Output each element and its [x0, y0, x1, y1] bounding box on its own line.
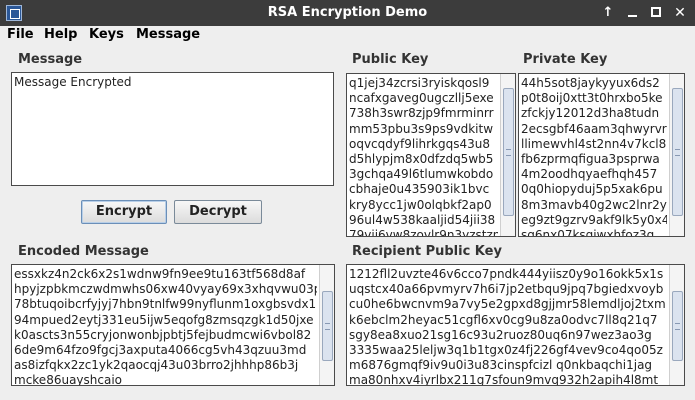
text-line: oqvcqdyf9lihrkgqs43u8: [349, 136, 491, 151]
text-line: zfckjy12012d3ha8tudn: [521, 106, 660, 121]
text-line: kry8ycc1jw0olqbkf2ap0: [349, 197, 492, 212]
text-line: 6de9m64fzo9fgcj3axputa4066cg5vh43qzuu3md: [14, 343, 307, 358]
text-line: 3335waa25leljw3q1b1tgx0z4fj226gf4vev9co4…: [349, 343, 663, 358]
recipient-public-key-textarea[interactable]: 1212fll2uvzte46v6cco7pndk444yiisz0y9o16o…: [346, 264, 685, 386]
recipient-public-key-scrollbar[interactable]: [669, 265, 684, 385]
text-line: k0ascts3n55cryjonwonbjpbtj5fejbudmcwi6vb…: [14, 327, 312, 342]
private-key-label: Private Key: [523, 52, 608, 67]
text-line: uqstcx40a66pvmyrv7h6i7jp2etbqu9jpq7bgied…: [349, 282, 664, 297]
public-key-scrollbar[interactable]: [500, 74, 515, 236]
title-bar: RSA Encryption Demo ↑ ✕: [0, 0, 695, 26]
text-line: sgy8ea8xuo21sg16c93u2ruoz80uq6n97wez3ao3…: [349, 327, 652, 342]
menu-file[interactable]: File: [7, 27, 34, 42]
message-textarea[interactable]: Message Encrypted: [11, 72, 334, 186]
text-line: 4m2oodhqyaefhqh457: [521, 167, 658, 182]
private-key-textarea[interactable]: 44h5sot8jaykyyux6ds2 p0t8oij0xtt3t0hrxbo5…: [518, 73, 685, 237]
text-line: 1212fll2uvzte46v6cco7pndk444yiisz0y9o16o…: [349, 267, 664, 281]
text-line: hpyjzpbkmczwdmwhs06xw40vyay69x3xhqvwu03p: [14, 282, 317, 297]
scroll-thumb[interactable]: [672, 291, 683, 361]
text-line: mm53pbu3s9ps9vdkitw: [349, 121, 494, 136]
text-line: sq6nx07ksgiwxhfoz3g: [521, 228, 655, 237]
encoded-message-label: Encoded Message: [18, 244, 149, 259]
text-line: q1jej34zcrsi3ryiskqosl9: [349, 76, 490, 90]
text-line: 3gchqa49l6tlumwkobdo: [349, 167, 494, 182]
text-line: essxkz4n2ck6x2s1wdnw9fn9ee9tu163tf568d8a…: [14, 267, 306, 281]
public-key-label: Public Key: [352, 52, 429, 67]
private-key-scrollbar[interactable]: [669, 74, 684, 236]
recipient-public-key-text: 1212fll2uvzte46v6cco7pndk444yiisz0y9o16o…: [349, 267, 667, 386]
decrypt-button[interactable]: Decrypt: [174, 200, 262, 224]
scroll-thumb[interactable]: [672, 88, 683, 216]
encoded-message-scrollbar[interactable]: [319, 265, 334, 385]
encoded-message-text: essxkz4n2ck6x2s1wdnw9fn9ee9tu163tf568d8a…: [14, 267, 317, 386]
scroll-thumb[interactable]: [503, 88, 514, 216]
text-line: eg9zt9gzrv9akf9lk5y0x4: [521, 212, 667, 227]
text-line: ma80nhxv4iyrlbx211g7sfoun9mvq932h2apih4l…: [349, 373, 659, 386]
text-line: fb6zprmqfigua3psprwa: [521, 152, 660, 167]
text-line: cu0he6bwcnvm9a7vy5e2gpxd8gjjmr58lemdljoj…: [349, 297, 666, 312]
text-line: 2ecsgbf46aam3qhwyrvr: [521, 121, 667, 136]
text-line: 8m3mavb40g2wc2lnr2y: [521, 197, 667, 212]
menu-help[interactable]: Help: [44, 27, 77, 42]
text-line: ncafxgaveg0ugczllj5exe: [349, 91, 494, 106]
encoded-message-textarea[interactable]: essxkz4n2ck6x2s1wdnw9fn9ee9tu163tf568d8a…: [11, 264, 335, 386]
text-line: as8izfqkx2zc1yk2qaocqj43u03brro2jhhhp86b…: [14, 358, 299, 373]
text-line: 96ul4w538kaaljid54jii38: [349, 212, 496, 227]
close-icon[interactable]: ✕: [670, 3, 690, 23]
recipient-public-key-label: Recipient Public Key: [352, 244, 502, 259]
text-line: k6ebclm2heyac51cgfl6xv0cg9u8za0odvc7ll8q…: [349, 312, 658, 327]
text-line: 78btuqoibcrfyjyj7hbn9tnlfw99nyflunm1oxgb…: [14, 297, 317, 312]
menu-message[interactable]: Message: [136, 27, 200, 42]
text-line: m6876gmqf9iv9u0i3u83cinspfcizl q0nkbaqch…: [349, 358, 653, 373]
text-line: cbhaje0u435903ik1bvc: [349, 182, 490, 197]
public-key-text: q1jej34zcrsi3ryiskqosl9 ncafxgaveg0ugczll…: [349, 76, 498, 237]
window-title: RSA Encryption Demo: [267, 5, 428, 20]
encrypt-button[interactable]: Encrypt: [81, 200, 167, 224]
text-line: d5hlypjm8x0dfzdq5wb5: [349, 152, 494, 167]
public-key-textarea[interactable]: q1jej34zcrsi3ryiskqosl9 ncafxgaveg0ugczll…: [346, 73, 516, 237]
minimize-icon[interactable]: [622, 3, 642, 23]
text-line: 79vjj6vw8zovlr9n3yzstzn: [349, 228, 498, 237]
message-text: Message Encrypted: [14, 75, 132, 89]
text-line: 44h5sot8jaykyyux6ds2: [521, 76, 660, 90]
scroll-thumb[interactable]: [322, 291, 333, 361]
menu-bar: File Help Keys Message: [0, 26, 695, 46]
menu-keys[interactable]: Keys: [89, 27, 124, 42]
text-line: 738h3swr8zjp9fmrminrr: [349, 106, 494, 121]
message-label: Message: [18, 52, 83, 67]
text-line: llimewvhl4st2nn4v7kcl8: [521, 136, 667, 151]
private-key-text: 44h5sot8jaykyyux6ds2 p0t8oij0xtt3t0hrxbo5…: [521, 76, 667, 237]
text-line: mcke86uayshcaio: [14, 373, 123, 386]
text-line: 94mpued2eytj331eu5ijw5eqofg8zmsqzgk1d50j…: [14, 312, 314, 327]
maximize-icon[interactable]: [646, 3, 666, 23]
arrow-up-icon[interactable]: ↑: [598, 3, 618, 23]
text-line: p0t8oij0xtt3t0hrxbo5ke: [521, 91, 663, 106]
text-line: 0q0hiopyduj5p5xak6pu: [521, 182, 663, 197]
